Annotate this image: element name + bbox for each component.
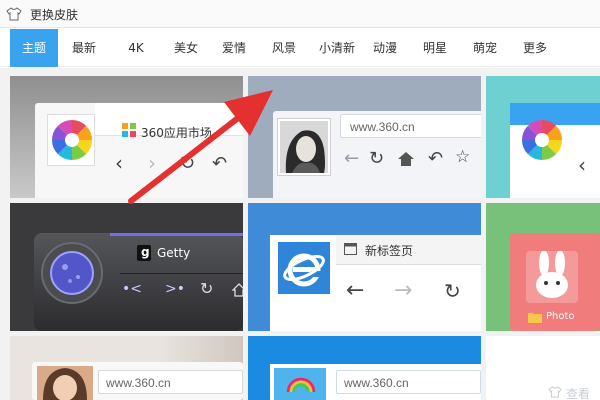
tab-latest[interactable]: 最新 <box>60 29 108 67</box>
app-grid-icon <box>122 123 136 137</box>
tab-beauty[interactable]: 美女 <box>162 29 210 67</box>
address-bar-url: www.360.cn <box>106 376 171 390</box>
skin-grid: 360应用市场 ‹ › ↻ ↶ www.360.cn ← ↻ ↶ ☆ ‹ g G… <box>0 68 600 400</box>
skin-card-appstore[interactable]: 360应用市场 ‹ › ↻ ↶ <box>10 76 243 198</box>
tab-love[interactable]: 爱情 <box>210 29 258 67</box>
home-icon <box>398 152 414 166</box>
skin-card-placeholder[interactable]: 查看 <box>486 336 600 400</box>
tab-theme[interactable]: 主题 <box>10 29 58 67</box>
glitter-orb-icon <box>41 242 103 304</box>
getty-label: Getty <box>157 246 191 260</box>
pinwheel-logo-icon <box>522 120 562 160</box>
forward-icon: → <box>394 278 413 303</box>
skin-card-teal[interactable]: ‹ <box>486 76 600 198</box>
tab-star[interactable]: 明星 <box>411 29 459 67</box>
forward-icon: >• <box>165 281 185 297</box>
skin-card-sky[interactable]: www.360.cn <box>248 336 481 400</box>
tshirt-icon <box>548 386 562 398</box>
refresh-icon: ↻ <box>369 148 385 169</box>
tab-more[interactable]: 更多 <box>511 29 559 67</box>
divider <box>120 273 243 274</box>
photo-label: Photo <box>546 311 575 322</box>
refresh-icon: ↻ <box>444 279 461 303</box>
address-bar-url: www.360.cn <box>350 120 415 134</box>
newtab-label: 新标签页 <box>365 244 414 258</box>
tab-anime[interactable]: 动漫 <box>361 29 409 67</box>
folder-icon <box>528 313 542 323</box>
accent-line <box>110 233 243 236</box>
refresh-icon: ↻ <box>200 279 214 298</box>
skin-card-newtab[interactable]: 新标签页 ← → ↻ <box>248 203 481 331</box>
undo-icon: ↶ <box>212 153 228 174</box>
category-tabs: 主题 最新 4K 美女 爱情 风景 小清新 动漫 明星 萌宠 更多 <box>0 29 600 67</box>
internet-explorer-icon <box>283 253 325 287</box>
tab-page-icon <box>344 243 357 255</box>
skin-card-rabbit[interactable]: Photo <box>486 203 600 331</box>
title-bar: 更换皮肤 <box>0 0 600 28</box>
back-icon: ← <box>344 148 360 169</box>
tab-fresh[interactable]: 小清新 <box>309 29 365 67</box>
refresh-icon: ↻ <box>180 153 196 174</box>
star-icon: ☆ <box>455 147 471 167</box>
rabbit-icon <box>526 251 578 303</box>
back-icon: •< <box>122 281 142 297</box>
pinwheel-logo-icon <box>52 120 92 160</box>
skin-card-girl[interactable]: www.360.cn <box>10 336 243 400</box>
back-icon: ‹ <box>115 151 123 175</box>
skin-card-getty[interactable]: g Getty •< >• ↻ <box>10 203 243 331</box>
tshirt-icon <box>6 7 22 21</box>
back-icon: ‹ <box>578 153 586 177</box>
tab-4k[interactable]: 4K <box>112 29 160 67</box>
getty-logo-letter: g <box>141 245 150 259</box>
undo-icon: ↶ <box>428 148 444 169</box>
forward-icon: › <box>148 151 156 175</box>
home-icon <box>232 283 243 297</box>
tab-scenery[interactable]: 风景 <box>260 29 308 67</box>
portrait-photo <box>280 121 328 173</box>
window-title: 更换皮肤 <box>30 8 79 22</box>
placeholder-label: 查看 <box>566 387 591 400</box>
back-icon: ← <box>346 278 365 303</box>
rainbow-icon <box>286 377 316 393</box>
tab-pets[interactable]: 萌宠 <box>461 29 509 67</box>
address-bar-url: www.360.cn <box>344 376 409 390</box>
girl-photo <box>37 366 93 400</box>
appstore-label: 360应用市场 <box>141 126 212 140</box>
skin-card-portrait[interactable]: www.360.cn ← ↻ ↶ ☆ <box>248 76 481 198</box>
